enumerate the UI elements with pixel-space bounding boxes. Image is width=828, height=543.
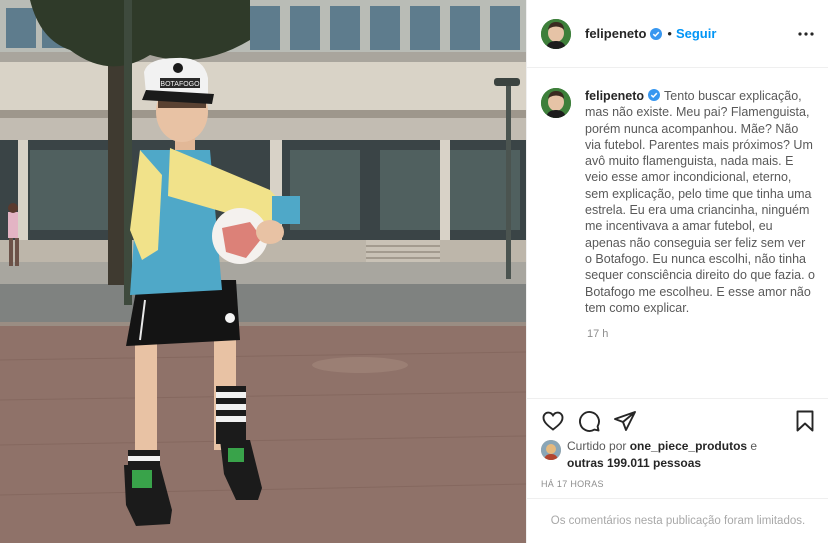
caption-body: Tento buscar explicação, mas não existe.…: [585, 89, 816, 315]
caption-text: felipeneto Tento buscar explicação, mas n…: [585, 88, 815, 316]
comment-icon[interactable]: [577, 409, 601, 433]
author-username[interactable]: felipeneto: [585, 26, 646, 41]
caption-time[interactable]: 17 h: [587, 328, 815, 340]
follow-button[interactable]: Seguir: [676, 26, 716, 41]
likes-summary: Curtido por one_piece_produtos e outras …: [541, 438, 821, 471]
likes-count[interactable]: outras 199.011 pessoas: [567, 456, 701, 470]
caption-verified-badge-icon: [648, 89, 661, 101]
more-options-icon[interactable]: [797, 25, 815, 43]
action-bar: [527, 398, 828, 442]
heart-icon[interactable]: [541, 409, 565, 433]
posted-time[interactable]: HÁ 17 HORAS: [541, 479, 604, 489]
caption-author-avatar[interactable]: [541, 88, 571, 118]
comments-limited-notice: Os comentários nesta publicação foram li…: [527, 498, 828, 543]
post-header: felipeneto • Seguir: [527, 0, 828, 68]
verified-badge-icon: [650, 27, 663, 40]
liker-avatar[interactable]: [541, 440, 561, 460]
likes-text: Curtido por one_piece_produtos e outras …: [567, 438, 757, 471]
post-details-panel: felipeneto • Seguir felipeneto Tento bus…: [526, 0, 828, 543]
post-photo[interactable]: BOTAFOGO: [0, 0, 526, 543]
bookmark-icon[interactable]: [793, 409, 817, 433]
caption-section: felipeneto Tento buscar explicação, mas n…: [527, 68, 828, 398]
likes-connector: e: [750, 439, 758, 453]
share-icon[interactable]: [613, 409, 637, 433]
author-avatar[interactable]: [541, 18, 571, 49]
liker-username[interactable]: one_piece_produtos: [630, 439, 747, 453]
caption-username[interactable]: felipeneto: [585, 89, 644, 103]
likes-prefix: Curtido por: [567, 439, 627, 453]
cap-text: BOTAFOGO: [160, 81, 200, 88]
separator-dot: •: [667, 26, 672, 41]
